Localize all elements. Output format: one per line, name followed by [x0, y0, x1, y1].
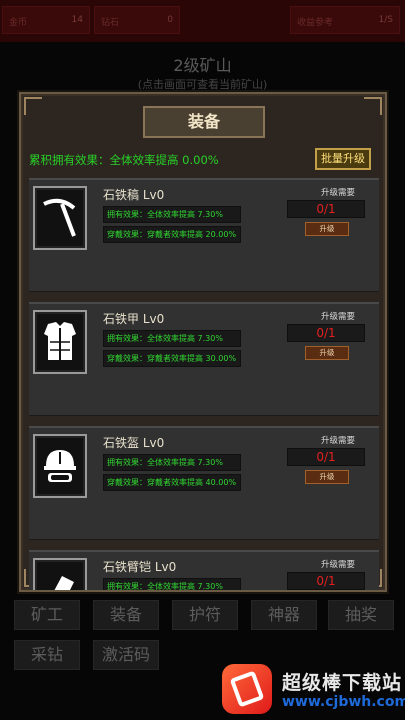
- income-stat: 收益参考 1/S: [290, 6, 400, 34]
- equipment-modal: 装备 累积拥有效果：全体效率提高 0.00% 批量升级 石铁稿 Lv0 拥有效果…: [19, 92, 387, 592]
- gold-value: 14: [71, 15, 83, 25]
- frame-corner: [24, 97, 42, 115]
- nav-lottery-button[interactable]: 抽奖: [328, 600, 394, 630]
- pickaxe-icon: [33, 186, 87, 250]
- diamond-label: 钻石: [101, 18, 120, 28]
- upgrade-need-label: 升级需要: [320, 436, 355, 446]
- watermark-title: 超级棒下载站: [282, 672, 403, 694]
- logo-mark: [229, 670, 265, 708]
- upgrade-cost: 0/1: [287, 324, 365, 342]
- top-stats-bar: 金币 14 钻石 0 收益参考 1/S: [0, 0, 405, 42]
- modal-title: 装备: [143, 106, 265, 138]
- nav-mine-diamond-button[interactable]: 采钻: [14, 640, 80, 670]
- diamond-value: 0: [167, 15, 173, 25]
- wear-effect: 穿戴效果：穿戴者效率提高 20.00%: [103, 226, 241, 243]
- nav-activation-code-button[interactable]: 激活码: [93, 640, 159, 670]
- income-label: 收益参考: [297, 18, 334, 28]
- income-value: 1/S: [378, 15, 393, 25]
- equipment-card-pickaxe: 石铁稿 Lv0 拥有效果：全体效率提高 7.30% 穿戴效果：穿戴者效率提高 2…: [29, 178, 379, 292]
- upgrade-cost: 0/1: [287, 448, 365, 466]
- equipment-name: 石铁臂铠 Lv0: [103, 560, 177, 574]
- wear-effect: 穿戴效果：穿戴者效率提高 30.00%: [103, 350, 241, 367]
- bracer-icon: [33, 558, 87, 590]
- total-effect-summary: 累积拥有效果：全体效率提高 0.00%: [29, 153, 219, 167]
- upgrade-cost: 0/1: [287, 572, 365, 590]
- nav-miner-button[interactable]: 矿工: [14, 600, 80, 630]
- armor-icon: [33, 310, 87, 374]
- upgrade-button[interactable]: 升级: [305, 470, 349, 484]
- nav-equipment-button[interactable]: 装备: [93, 600, 159, 630]
- equipment-name: 石铁甲 Lv0: [103, 312, 165, 326]
- upgrade-need-label: 升级需要: [320, 312, 355, 322]
- equipment-card-bracer: 石铁臂铠 Lv0 拥有效果：全体效率提高 7.30% 升级需要 0/1: [29, 550, 379, 590]
- equipment-list[interactable]: 石铁稿 Lv0 拥有效果：全体效率提高 7.30% 穿戴效果：穿戴者效率提高 2…: [29, 178, 379, 590]
- equipment-card-armor: 石铁甲 Lv0 拥有效果：全体效率提高 7.30% 穿戴效果：穿戴者效率提高 3…: [29, 302, 379, 416]
- diamond-stat: 钻石 0: [94, 6, 180, 34]
- watermark-url: www.cjbwh.com: [282, 694, 405, 710]
- own-effect: 拥有效果：全体效率提高 7.30%: [103, 578, 241, 590]
- gold-stat: 金币 14: [2, 6, 90, 34]
- mine-title: 2级矿山: [173, 56, 232, 75]
- mine-subtitle: (点击画面可查看当前矿山): [137, 78, 268, 91]
- nav-amulet-button[interactable]: 护符: [172, 600, 238, 630]
- upgrade-need-label: 升级需要: [320, 560, 355, 570]
- upgrade-button[interactable]: 升级: [305, 222, 349, 236]
- upgrade-cost: 0/1: [287, 200, 365, 218]
- upgrade-need-label: 升级需要: [320, 188, 355, 198]
- gold-label: 金币: [9, 18, 28, 28]
- own-effect: 拥有效果：全体效率提高 7.30%: [103, 330, 241, 347]
- site-logo: [222, 664, 272, 714]
- wear-effect: 穿戴效果：穿戴者效率提高 40.00%: [103, 474, 241, 491]
- own-effect: 拥有效果：全体效率提高 7.30%: [103, 206, 241, 223]
- frame-corner: [364, 97, 382, 115]
- batch-upgrade-button[interactable]: 批量升级: [315, 148, 371, 170]
- own-effect: 拥有效果：全体效率提高 7.30%: [103, 454, 241, 471]
- helmet-icon: [33, 434, 87, 498]
- equipment-card-helmet: 石铁盔 Lv0 拥有效果：全体效率提高 7.30% 穿戴效果：穿戴者效率提高 4…: [29, 426, 379, 540]
- upgrade-button[interactable]: 升级: [305, 346, 349, 360]
- nav-artifact-button[interactable]: 神器: [251, 600, 317, 630]
- equipment-name: 石铁稿 Lv0: [103, 188, 165, 202]
- equipment-name: 石铁盔 Lv0: [103, 436, 165, 450]
